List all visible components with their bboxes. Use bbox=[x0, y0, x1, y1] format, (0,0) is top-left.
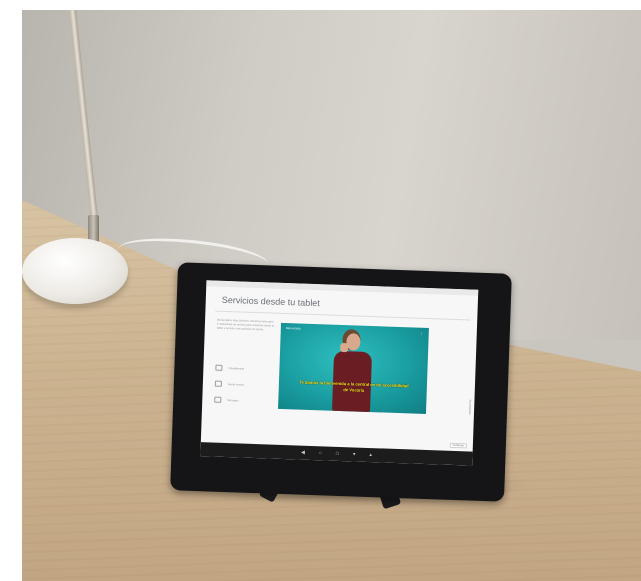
continue-button[interactable]: Continuar bbox=[449, 442, 467, 449]
menu-item-label: Videollamada bbox=[228, 366, 245, 371]
recents-icon[interactable]: □ bbox=[336, 451, 339, 457]
page-title: Servicios desde tu tablet bbox=[221, 294, 320, 309]
message-icon bbox=[214, 396, 222, 403]
accessibility-tab[interactable]: Accesibilidad bbox=[468, 399, 472, 414]
photo: Servicios desde tu tablet Bienvenido a K… bbox=[22, 10, 641, 581]
status-bar bbox=[206, 280, 479, 296]
volume-down-icon[interactable]: ▾ bbox=[353, 451, 356, 457]
signer-head bbox=[346, 333, 361, 351]
home-icon[interactable]: ○ bbox=[319, 450, 322, 456]
tablet-screen: Servicios desde tu tablet Bienvenido a K… bbox=[200, 280, 479, 466]
signer-hand bbox=[340, 342, 349, 353]
menu-item-label: Ayuda remota bbox=[227, 382, 245, 387]
tablet: Servicios desde tu tablet Bienvenido a K… bbox=[170, 262, 512, 502]
back-icon[interactable]: ◀ bbox=[301, 450, 305, 456]
lamp-base bbox=[22, 238, 128, 304]
video-call-icon bbox=[215, 364, 223, 371]
help-icon bbox=[214, 380, 222, 387]
menu-item-remote-help[interactable]: Ayuda remota bbox=[214, 380, 245, 388]
video-caption: Te damos la bienvenida a la central en d… bbox=[299, 379, 409, 393]
menu-item-label: Mensajes bbox=[227, 398, 239, 402]
menu-item-video-call[interactable]: Videollamada bbox=[215, 364, 245, 372]
sign-language-video[interactable]: Bienvenida ⋮ Te damos la bienvenida a la… bbox=[278, 322, 429, 414]
video-title: Bienvenida bbox=[285, 326, 301, 331]
intro-text: Bienvenido a Kare Services. Servicios li… bbox=[216, 318, 275, 331]
android-nav-bar: ◀ ○ □ ▾ ▴ bbox=[200, 442, 473, 466]
volume-up-icon[interactable]: ▴ bbox=[369, 452, 372, 458]
share-icon[interactable]: ⋮ bbox=[420, 331, 424, 336]
menu-item-messages[interactable]: Mensajes bbox=[214, 396, 239, 404]
